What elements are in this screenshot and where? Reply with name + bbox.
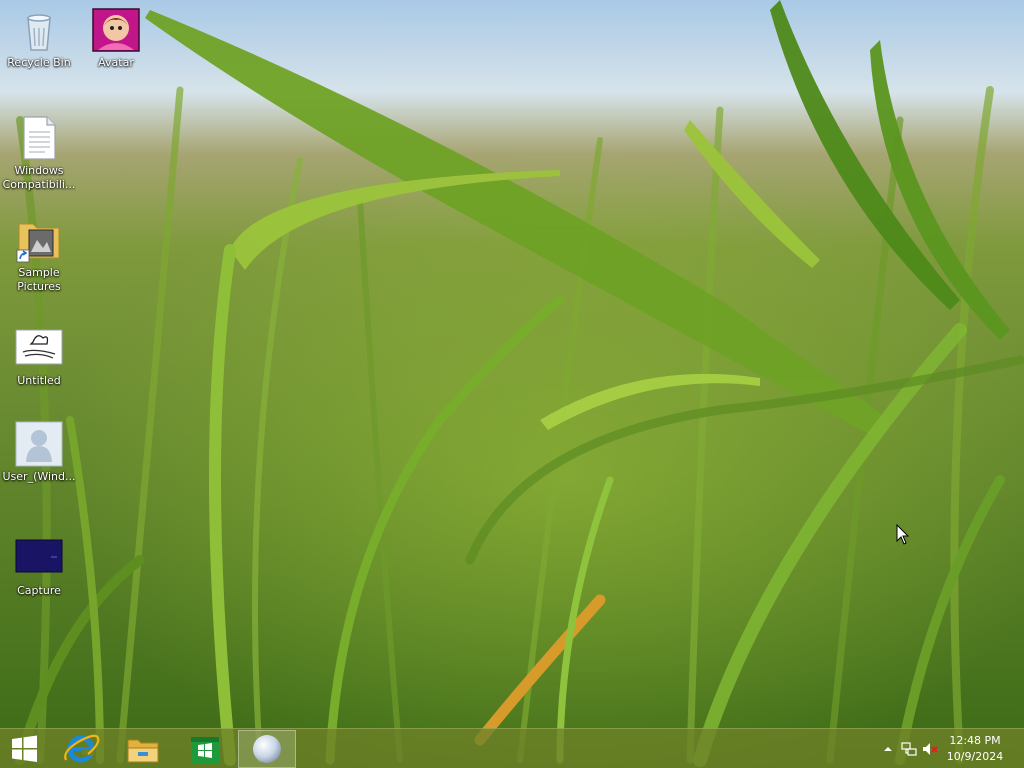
text-document-icon — [15, 114, 63, 162]
desktop-icon-capture[interactable]: Capture — [1, 534, 77, 598]
internet-explorer-icon — [64, 734, 100, 763]
recycle-bin-icon — [15, 6, 63, 54]
clock[interactable]: 12:48 PM 10/9/2024 — [940, 733, 1010, 765]
desktop-icon-untitled[interactable]: Untitled — [1, 324, 77, 388]
desktop-icon-sample-pictures[interactable]: Sample Pictures — [1, 216, 77, 294]
desktop-icon-windows-compatibility[interactable]: Windows Compatibili... — [1, 114, 77, 192]
desktop-icon-label: User_(Wind... — [2, 470, 76, 483]
show-hidden-icons-arrow[interactable] — [880, 741, 896, 757]
clock-time: 12:48 PM — [949, 734, 1001, 747]
desktop-icon-label: Sample Pictures — [17, 266, 61, 293]
capture-image-icon — [15, 534, 63, 582]
taskbar: 12:48 PM 10/9/2024 — [0, 728, 1024, 768]
desktop-icon-label: Avatar — [98, 56, 134, 69]
desktop-icon-label: Windows Compatibili... — [2, 164, 76, 191]
taskbar-internet-explorer[interactable] — [52, 730, 110, 768]
grass-wallpaper — [0, 0, 1024, 768]
desktop-icon-label: Recycle Bin — [7, 56, 71, 69]
windows-start-icon — [12, 735, 37, 762]
taskbar-file-explorer[interactable] — [114, 730, 172, 768]
system-tray: 12:48 PM 10/9/2024 — [864, 729, 1024, 768]
user-account-icon — [15, 420, 63, 468]
desktop-icon-recycle-bin[interactable]: Recycle Bin — [1, 6, 77, 70]
desktop-icon-label: Untitled — [17, 374, 61, 387]
file-explorer-icon — [127, 739, 159, 763]
volume-muted-icon[interactable] — [922, 741, 938, 757]
start-button[interactable] — [0, 730, 50, 768]
sphere-app-icon — [253, 735, 281, 763]
mouse-cursor-icon — [896, 524, 910, 545]
desktop-icon-label: Capture — [17, 584, 61, 597]
folder-shortcut-icon — [15, 216, 63, 264]
clock-date: 10/9/2024 — [946, 750, 1004, 763]
desktop[interactable]: Recycle Bin Avatar Windows Compatibili..… — [0, 0, 1024, 768]
taskbar-windows-store[interactable] — [176, 730, 234, 768]
desktop-icon-user-windows[interactable]: User_(Wind... — [1, 420, 77, 484]
avatar-image-icon — [92, 6, 140, 54]
taskbar-sphere-app[interactable] — [238, 730, 296, 768]
network-icon[interactable] — [901, 741, 917, 757]
desktop-icon-avatar[interactable]: Avatar — [78, 6, 154, 70]
windows-store-icon — [191, 737, 219, 763]
drawing-image-icon — [15, 324, 63, 372]
